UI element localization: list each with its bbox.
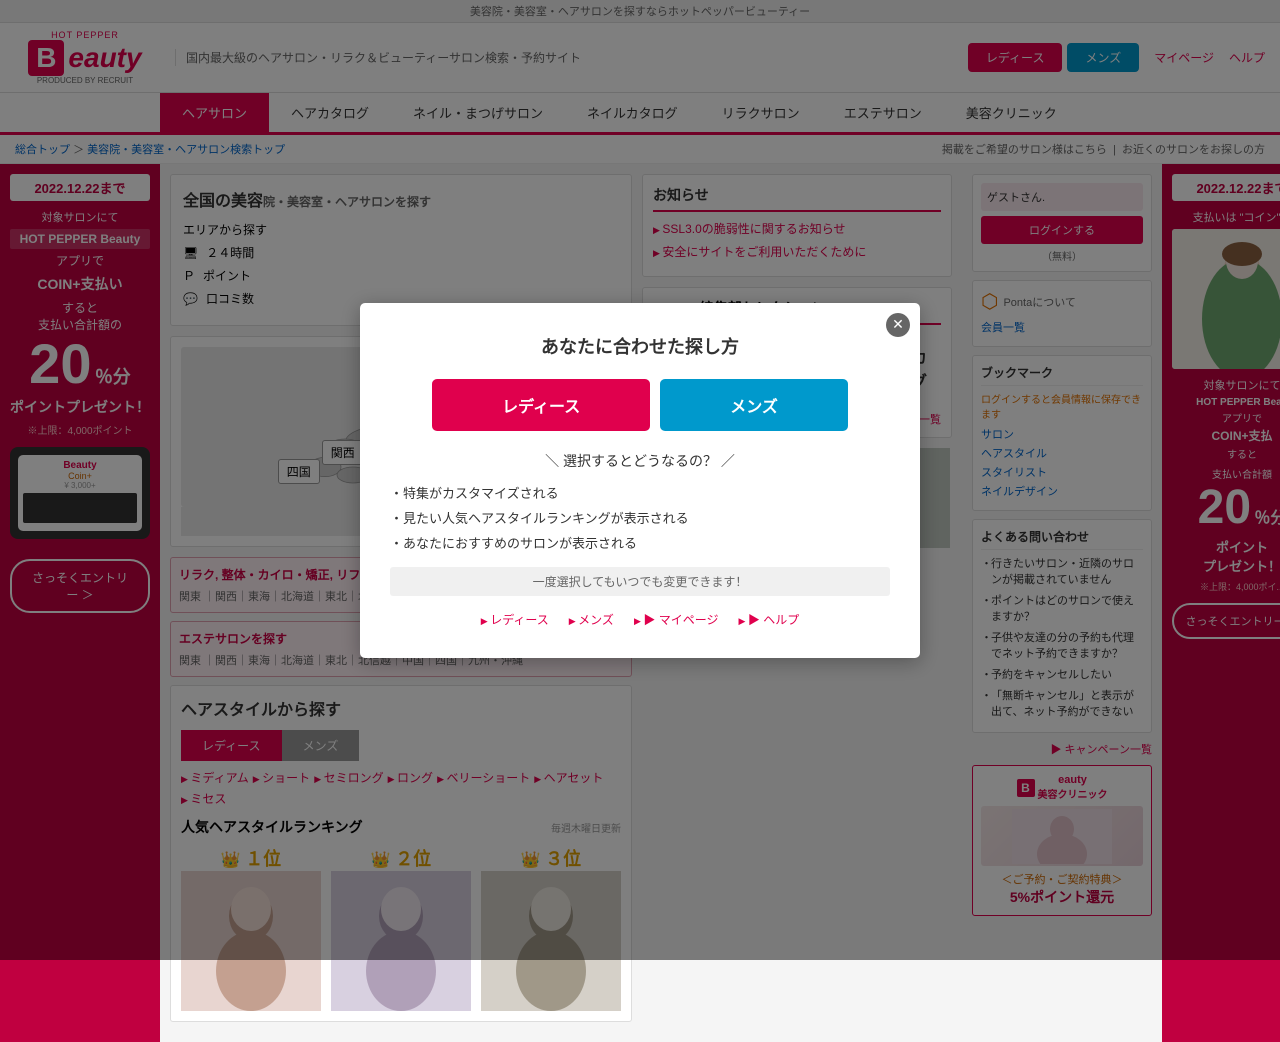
modal-overlay[interactable]: ✕ あなたに合わせた探し方 レディース メンズ ＼ 選択するとどうなるの？ ／ … bbox=[0, 0, 1280, 960]
modal-close-button[interactable]: ✕ bbox=[886, 313, 910, 337]
modal-ladies-button[interactable]: レディース bbox=[432, 379, 650, 431]
modal-feature-2: 見たい人気ヘアスタイルランキングが表示される bbox=[390, 508, 890, 527]
modal-footer-help[interactable]: ▶ ヘルプ bbox=[738, 611, 799, 628]
modal-footer-ladies[interactable]: レディース bbox=[481, 611, 549, 628]
modal-explanation-title: ＼ 選択するとどうなるの？ ／ bbox=[390, 451, 890, 471]
modal-gender-buttons: レディース メンズ bbox=[390, 379, 890, 431]
modal: ✕ あなたに合わせた探し方 レディース メンズ ＼ 選択するとどうなるの？ ／ … bbox=[360, 303, 920, 658]
modal-footer: レディース メンズ ▶ マイページ ▶ ヘルプ bbox=[390, 611, 890, 628]
modal-feature-1: 特集がカスタマイズされる bbox=[390, 483, 890, 502]
modal-feature-3: あなたにおすすめのサロンが表示される bbox=[390, 533, 890, 552]
modal-mens-button[interactable]: メンズ bbox=[660, 379, 848, 431]
modal-change-note: 一度選択してもいつでも変更できます！ bbox=[390, 567, 890, 596]
modal-footer-mens[interactable]: メンズ bbox=[569, 611, 614, 628]
modal-footer-mypage[interactable]: ▶ マイページ bbox=[634, 611, 719, 628]
modal-title: あなたに合わせた探し方 bbox=[390, 333, 890, 359]
